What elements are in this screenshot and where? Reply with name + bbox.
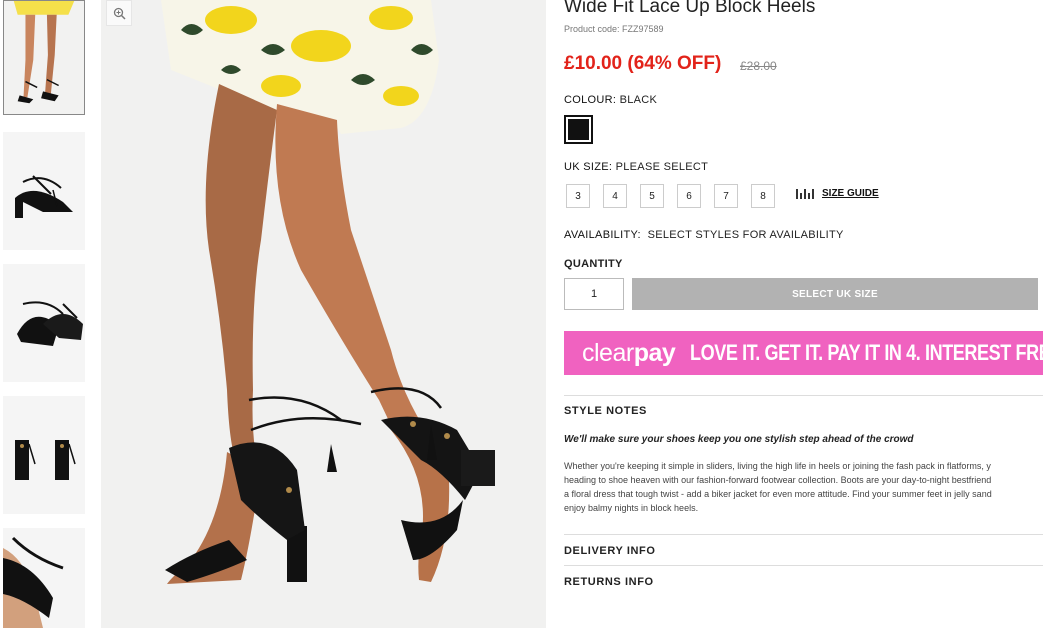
delivery-info-toggle[interactable]: DELIVERY INFO (564, 545, 656, 557)
colour-swatch-black[interactable] (564, 115, 593, 144)
availability-row: AVAILABILITY: SELECT STYLES FOR AVAILABI… (564, 229, 844, 241)
size-value: PLEASE SELECT (615, 161, 709, 173)
divider (564, 565, 1043, 566)
availability-value: SELECT STYLES FOR AVAILABILITY (647, 229, 844, 241)
colour-label: COLOUR: (564, 94, 617, 106)
size-guide-link[interactable]: SIZE GUIDE (796, 188, 879, 199)
style-notes-line: Whether you're keeping it simple in slid… (564, 461, 991, 471)
thumbnail-3[interactable] (3, 264, 85, 382)
size-label-row: UK SIZE: PLEASE SELECT (564, 161, 708, 173)
size-option[interactable]: 4 (603, 184, 627, 208)
style-notes-body: Whether you're keeping it simple in slid… (564, 459, 1043, 515)
sale-price: £10.00 (64% OFF) (564, 53, 722, 74)
size-option[interactable]: 3 (566, 184, 590, 208)
select-size-button[interactable]: SELECT UK SIZE (632, 278, 1038, 310)
product-code: Product code: FZZ97589 (564, 24, 664, 34)
clearpay-banner[interactable]: clearpay LOVE IT. GET IT. PAY IT IN 4. I… (564, 331, 1043, 375)
clearpay-logo-text: clearpay (582, 338, 676, 367)
thumbnail-4[interactable] (3, 396, 85, 514)
size-options: 3 4 5 6 7 8 (566, 184, 788, 208)
quantity-label: QUANTITY (564, 258, 623, 270)
availability-label: AVAILABILITY: (564, 229, 641, 241)
size-option[interactable]: 7 (714, 184, 738, 208)
size-guide-label: SIZE GUIDE (822, 188, 879, 199)
style-notes-line: heading to shoe heaven with our fashion-… (564, 475, 992, 485)
size-option[interactable]: 6 (677, 184, 701, 208)
main-product-image[interactable] (101, 0, 546, 628)
size-option[interactable]: 8 (751, 184, 775, 208)
colour-value: BLACK (619, 94, 658, 106)
style-notes-line: enjoy balmy nights in block heels. (564, 503, 699, 513)
zoom-in-icon[interactable] (106, 0, 132, 26)
quantity-input[interactable] (564, 278, 624, 310)
original-price: £28.00 (740, 59, 777, 73)
clearpay-tagline: LOVE IT. GET IT. PAY IT IN 4. INTEREST F… (690, 340, 1043, 365)
colour-label-row: COLOUR: BLACK (564, 94, 657, 106)
product-title: Wide Fit Lace Up Block Heels (564, 0, 816, 17)
size-option[interactable]: 5 (640, 184, 664, 208)
divider (564, 395, 1043, 396)
returns-info-toggle[interactable]: RETURNS INFO (564, 576, 654, 588)
thumbnail-5[interactable] (3, 528, 85, 628)
size-chart-icon (796, 188, 816, 199)
style-notes-headline: We'll make sure your shoes keep you one … (564, 434, 914, 445)
style-notes-line: a floral dress that tough twist - add a … (564, 489, 992, 499)
thumbnail-2[interactable] (3, 132, 85, 250)
thumbnail-1[interactable] (3, 0, 85, 115)
divider (564, 534, 1043, 535)
size-label: UK SIZE: (564, 161, 613, 173)
style-notes-heading[interactable]: STYLE NOTES (564, 405, 647, 417)
